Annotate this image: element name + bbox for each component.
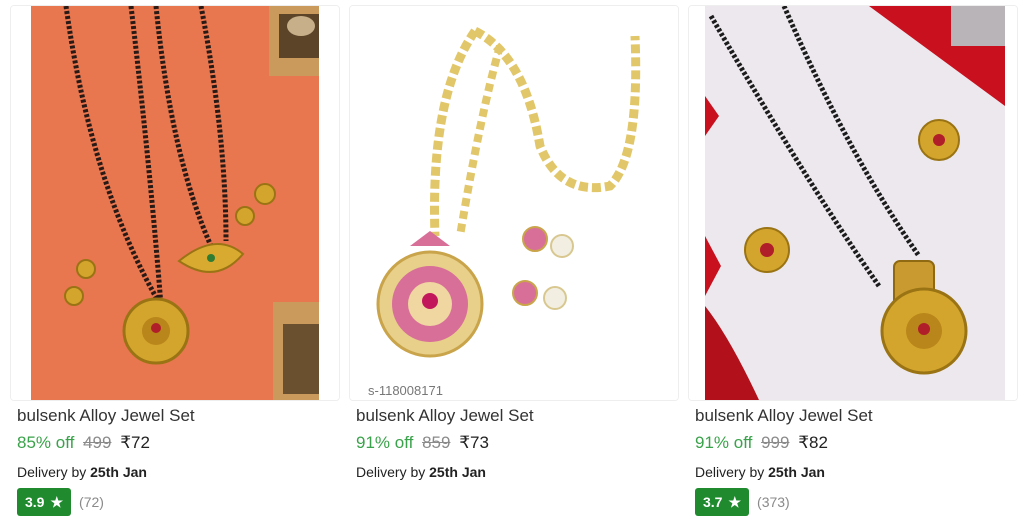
- rating-badge: 3.9 ★: [17, 488, 72, 516]
- rating-badge: 3.7 ★: [695, 488, 750, 516]
- image-watermark: s-118008171: [368, 383, 443, 398]
- price-row: 91% off 859 ₹73: [356, 433, 489, 453]
- rating-value: 3.9: [25, 494, 45, 510]
- discount-label: 91% off: [356, 433, 414, 452]
- product-title[interactable]: bulsenk Alloy Jewel Set: [17, 406, 195, 426]
- product-title[interactable]: bulsenk Alloy Jewel Set: [695, 406, 873, 426]
- rating-value: 3.7: [703, 494, 723, 510]
- product-card[interactable]: bulsenk Alloy Jewel Set 85% off 499 ₹72 …: [10, 5, 340, 527]
- product-image[interactable]: s-118008171: [349, 5, 679, 401]
- rating-row: 3.7 ★ (373): [695, 488, 790, 516]
- product-card[interactable]: s-118008171 bulsenk Alloy Jewel Set 91% …: [349, 5, 679, 527]
- delivery-date: 25th Jan: [768, 464, 825, 480]
- star-icon: ★: [728, 493, 742, 510]
- price-row: 85% off 499 ₹72: [17, 433, 150, 453]
- sale-price: ₹82: [798, 433, 828, 452]
- original-price: 499: [83, 433, 112, 452]
- rating-count: (373): [757, 494, 790, 510]
- delivery-prefix: Delivery by: [17, 464, 87, 480]
- product-grid: bulsenk Alloy Jewel Set 85% off 499 ₹72 …: [0, 0, 1022, 527]
- delivery-prefix: Delivery by: [356, 464, 426, 480]
- delivery-info: Delivery by 25th Jan: [695, 464, 825, 480]
- delivery-prefix: Delivery by: [695, 464, 765, 480]
- discount-label: 85% off: [17, 433, 75, 452]
- delivery-date: 25th Jan: [90, 464, 147, 480]
- star-icon: ★: [50, 493, 64, 510]
- rating-row: 3.9 ★ (72): [17, 488, 104, 516]
- sale-price: ₹72: [120, 433, 150, 452]
- delivery-info: Delivery by 25th Jan: [356, 464, 486, 480]
- product-image[interactable]: [688, 5, 1018, 401]
- delivery-info: Delivery by 25th Jan: [17, 464, 147, 480]
- sale-price: ₹73: [459, 433, 489, 452]
- original-price: 999: [761, 433, 790, 452]
- rating-count: (72): [79, 494, 104, 510]
- discount-label: 91% off: [695, 433, 753, 452]
- product-card[interactable]: bulsenk Alloy Jewel Set 91% off 999 ₹82 …: [688, 5, 1018, 527]
- original-price: 859: [422, 433, 451, 452]
- price-row: 91% off 999 ₹82: [695, 433, 828, 453]
- product-image[interactable]: [10, 5, 340, 401]
- product-title[interactable]: bulsenk Alloy Jewel Set: [356, 406, 534, 426]
- delivery-date: 25th Jan: [429, 464, 486, 480]
